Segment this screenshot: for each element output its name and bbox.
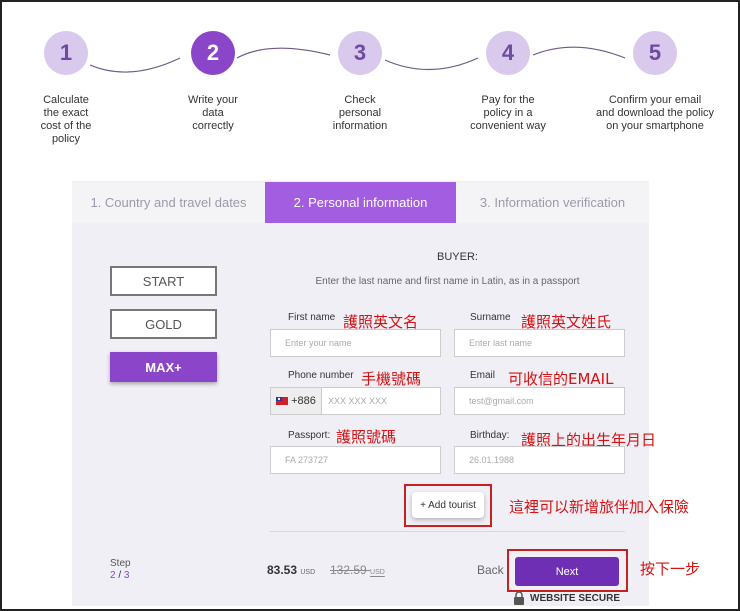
birthday-field[interactable]: 26.01.1988 <box>454 446 625 474</box>
add-tourist-annotation: 這裡可以新增旅伴加入保險 <box>509 498 690 516</box>
price: 83.53 USD <box>267 563 315 577</box>
tab-personal-information[interactable]: 2. Personal information <box>265 182 456 223</box>
birthday-label: Birthday: <box>470 430 510 441</box>
footer-divider <box>270 531 625 532</box>
phone-placeholder: XXX XXX XXX <box>328 396 388 406</box>
phone-field[interactable]: +886 XXX XXX XXX <box>270 387 441 415</box>
old-price-currency: USD <box>370 569 385 576</box>
buyer-heading: BUYER: <box>437 251 478 263</box>
step-2-circle: 2 <box>191 31 235 75</box>
taiwan-flag-icon <box>276 397 289 405</box>
birthday-placeholder: 26.01.1988 <box>469 455 515 465</box>
price-currency: USD <box>300 569 316 576</box>
first-name-placeholder: Enter your name <box>285 338 352 348</box>
step-5-text: Confirm your email and download the polic… <box>595 94 715 132</box>
step-4-circle: 4 <box>486 31 530 75</box>
back-button[interactable]: Back <box>477 563 504 577</box>
website-secure-text: WEBSITE SECURE <box>530 592 621 604</box>
surname-field[interactable]: Enter last name <box>454 329 625 357</box>
add-tourist-button[interactable]: + Add tourist <box>412 492 484 518</box>
lock-icon <box>514 591 524 605</box>
step-1-text: Calculate the exact cost of the policy <box>40 94 92 145</box>
passport-label: Passport: <box>288 430 331 441</box>
surname-placeholder: Enter last name <box>469 338 533 348</box>
step-3-text: Check personal information <box>332 94 388 132</box>
country-code-selector[interactable]: +886 <box>271 388 322 414</box>
buyer-instruction: Enter the last name and first name in La… <box>315 276 580 287</box>
passport-field[interactable]: FA 273727 <box>270 446 441 474</box>
step-5-circle: 5 <box>633 31 677 75</box>
email-annotation: 可收信的EMAIL <box>508 370 614 388</box>
country-code: +886 <box>291 395 316 407</box>
next-annotation: 按下一步 <box>640 560 701 578</box>
tab-country-dates[interactable]: 1. Country and travel dates <box>72 182 265 223</box>
price-value: 83.53 <box>267 563 298 577</box>
old-price-value: 132.59 <box>330 563 367 577</box>
plan-max-button[interactable]: MAX+ <box>110 352 217 382</box>
plan-gold-button[interactable]: GOLD <box>110 309 217 339</box>
website-secure-badge: WEBSITE SECURE <box>512 590 620 606</box>
step-current: 2 <box>110 570 116 581</box>
step-separator: / <box>118 570 122 581</box>
step-total: 3 <box>123 570 130 581</box>
step-1-circle: 1 <box>44 31 88 75</box>
surname-label: Surname <box>470 312 511 323</box>
next-button[interactable]: Next <box>515 557 619 586</box>
old-price: 132.59 USD <box>330 563 385 577</box>
first-name-field[interactable]: Enter your name <box>270 329 441 357</box>
step-label: Step <box>110 558 131 569</box>
email-placeholder: test@gmail.com <box>469 396 534 406</box>
tab-information-verification[interactable]: 3. Information verification <box>456 182 649 223</box>
step-counter: 2 / 3 <box>110 570 129 581</box>
step-4-text: Pay for the policy in a convenient way <box>470 94 546 132</box>
step-3-circle: 3 <box>338 31 382 75</box>
phone-annotation: 手機號碼 <box>361 370 422 388</box>
email-field[interactable]: test@gmail.com <box>454 387 625 415</box>
passport-placeholder: FA 273727 <box>285 455 329 465</box>
plan-start-button[interactable]: START <box>110 266 217 296</box>
first-name-label: First name <box>288 312 336 323</box>
phone-label: Phone number <box>288 370 354 381</box>
step-2-text: Write your data correctly <box>188 94 238 132</box>
email-label: Email <box>470 370 496 381</box>
passport-annotation: 護照號碼 <box>336 428 397 446</box>
